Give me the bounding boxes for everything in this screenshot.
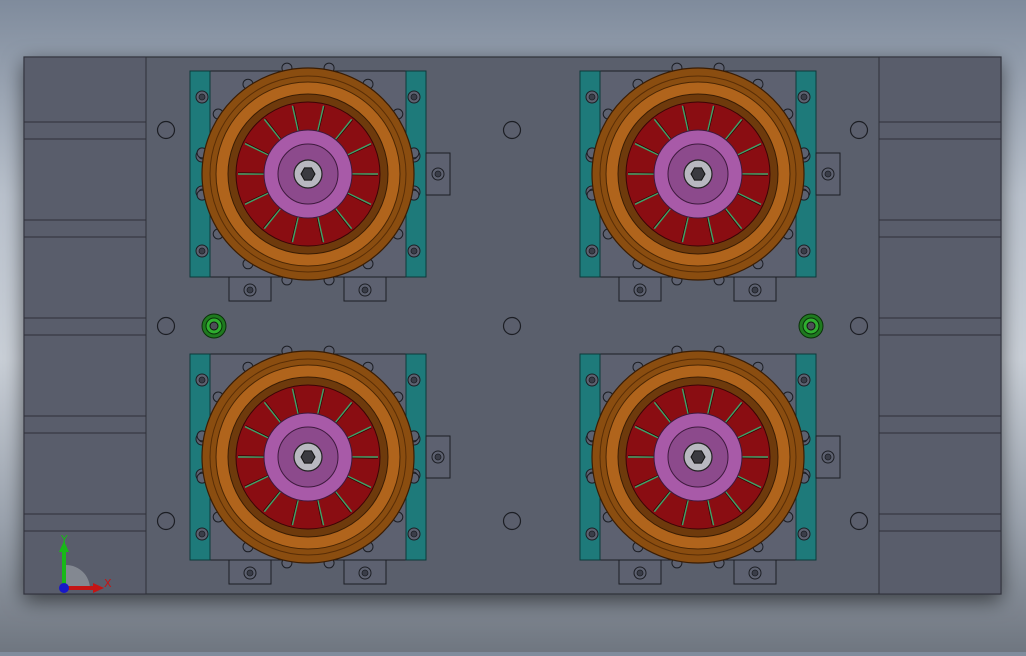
bolt-socket-icon (410, 530, 418, 538)
cad-viewport[interactable]: Y X (0, 0, 1026, 652)
bolt-socket-icon (198, 247, 206, 255)
bolt-socket-icon (824, 170, 832, 178)
plate-hole (156, 120, 176, 140)
wheel-bottom-left[interactable] (189, 345, 451, 585)
wheel-top-left[interactable] (189, 62, 451, 302)
left-side-panel[interactable] (23, 56, 147, 595)
bolt-socket-icon (751, 569, 759, 577)
bolt-socket-icon (361, 569, 369, 577)
fitting-bore-icon (209, 321, 219, 331)
bolt-socket-icon (636, 286, 644, 294)
plate-hole (156, 511, 176, 531)
bolt-socket-icon (588, 376, 596, 384)
hex-socket-icon (690, 167, 706, 181)
bolt-socket-icon (800, 247, 808, 255)
bolt-socket-icon (800, 376, 808, 384)
bolt-socket-icon (198, 93, 206, 101)
fitting-right[interactable] (798, 313, 824, 339)
bolt-socket-icon (588, 530, 596, 538)
bolt-socket-icon (434, 170, 442, 178)
hex-socket-icon (300, 450, 316, 464)
plate-hole (156, 316, 176, 336)
hex-socket-icon (300, 167, 316, 181)
bolt-socket-icon (434, 453, 442, 461)
bolt-socket-icon (588, 93, 596, 101)
bolt-socket-icon (636, 569, 644, 577)
wheel-top-right[interactable] (579, 62, 841, 302)
cad-model-view[interactable]: Y X (0, 0, 1026, 652)
bolt-socket-icon (198, 530, 206, 538)
plate-hole (849, 120, 869, 140)
bolt-socket-icon (824, 453, 832, 461)
fitting-bore-icon (806, 321, 816, 331)
plate-hole (502, 511, 522, 531)
x-axis-label: X (104, 577, 112, 590)
z-axis-dot-icon (59, 583, 69, 593)
plate-hole (502, 120, 522, 140)
y-axis-label: Y (60, 533, 68, 546)
bolt-socket-icon (800, 93, 808, 101)
bolt-socket-icon (246, 286, 254, 294)
bolt-socket-icon (410, 93, 418, 101)
bolt-socket-icon (361, 286, 369, 294)
wheel-bottom-right[interactable] (579, 345, 841, 585)
hex-socket-icon (690, 450, 706, 464)
bolt-socket-icon (198, 376, 206, 384)
bolt-socket-icon (410, 376, 418, 384)
bolt-socket-icon (800, 530, 808, 538)
bolt-socket-icon (246, 569, 254, 577)
plate-hole (849, 511, 869, 531)
plate-hole (849, 316, 869, 336)
bolt-socket-icon (588, 247, 596, 255)
right-side-panel[interactable] (878, 56, 1002, 595)
plate-hole (502, 316, 522, 336)
bolt-socket-icon (751, 286, 759, 294)
fitting-left[interactable] (201, 313, 227, 339)
bolt-socket-icon (410, 247, 418, 255)
